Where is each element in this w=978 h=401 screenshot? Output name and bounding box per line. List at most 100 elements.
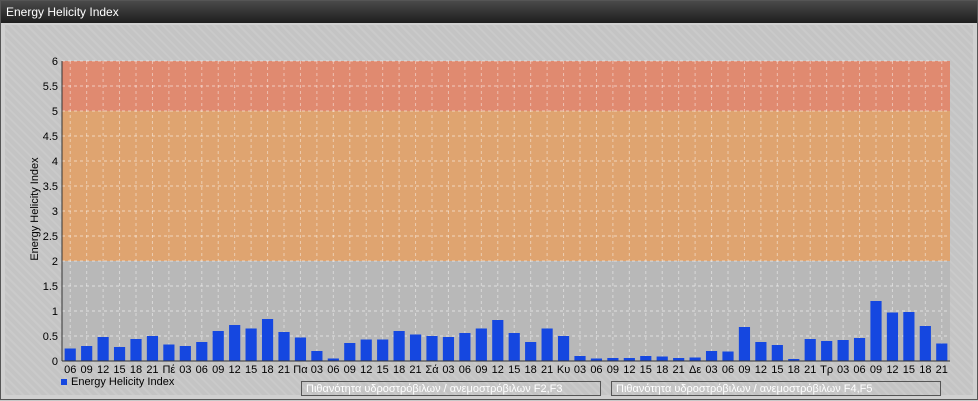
x-tick-label: 21 (804, 364, 816, 376)
chart-svg: 0 0.5 1 1.5 2 2.5 3 3.5 4 4.5 5 5.5 6 06 09 12 15 18 21 Πέ 0… (29, 56, 950, 376)
y-tick-label: 4.5 (43, 131, 58, 143)
x-tick-label: 12 (492, 364, 504, 376)
x-tick-label: Πα (293, 364, 308, 376)
bar (936, 343, 948, 361)
x-tick-label: Τρ (820, 364, 833, 376)
x-tick-label: 06 (196, 364, 208, 376)
x-tick-label: 03 (179, 364, 191, 376)
bar (492, 320, 504, 361)
y-tick-label: 1 (52, 306, 58, 318)
x-tick-label: 09 (81, 364, 93, 376)
x-tick-label: 09 (870, 364, 882, 376)
x-tick-label: 06 (64, 364, 76, 376)
y-tick-label: 4 (52, 156, 58, 168)
x-tick-label: 12 (755, 364, 767, 376)
y-tick-label: 0 (52, 356, 58, 368)
bar (886, 312, 899, 361)
bar (163, 344, 175, 361)
x-tick-label: 21 (409, 364, 421, 376)
y-tick-label: 2.5 (43, 231, 58, 243)
bar (97, 337, 109, 361)
bar (426, 336, 438, 361)
x-tick-label: 06 (327, 364, 339, 376)
bar (393, 331, 405, 361)
legend-band-f4-f5: Πιθανότητα υδροστρόβιλων / ανεμοστρόβιλω… (611, 381, 941, 396)
x-tick-label: 21 (278, 364, 290, 376)
bar (294, 337, 307, 361)
x-tick-label: 15 (903, 364, 915, 376)
bar (525, 342, 537, 361)
bar (261, 319, 274, 361)
x-tick-label: Σά (425, 364, 439, 376)
bar (508, 333, 520, 361)
bar (377, 339, 389, 361)
bar (804, 339, 816, 361)
x-tick-label: 12 (360, 364, 372, 376)
bar (113, 347, 126, 361)
legend-band-f2-f3-label: Πιθανότητα υδροστρόβιλων / ανεμοστρόβιλω… (306, 383, 563, 395)
x-tick-label: 09 (607, 364, 619, 376)
bar (409, 334, 422, 361)
y-tick-label: 3.5 (43, 181, 58, 193)
bar (212, 331, 224, 361)
bar (360, 339, 372, 361)
bar (705, 351, 718, 361)
x-tick-label: 18 (919, 364, 931, 376)
bar (821, 341, 833, 361)
x-tick-label: 03 (311, 364, 323, 376)
x-tick-label: 09 (738, 364, 750, 376)
bar (656, 356, 668, 361)
x-tick-label: 03 (705, 364, 717, 376)
x-tick-label: 15 (377, 364, 389, 376)
x-tick-label: 12 (229, 364, 241, 376)
x-tick-label: 15 (113, 364, 125, 376)
legend-swatch (61, 379, 67, 386)
bar (557, 336, 570, 361)
x-tick-label: 15 (771, 364, 783, 376)
bar (853, 338, 866, 361)
x-tick-label: 12 (886, 364, 898, 376)
x-tick-label: Δε (689, 364, 701, 376)
bar (130, 339, 142, 361)
y-axis-title: Energy Helicity Index (29, 157, 41, 261)
bar (196, 342, 208, 361)
bar (919, 326, 931, 361)
bar (541, 328, 553, 361)
bar (229, 325, 241, 361)
x-tick-label: 06 (853, 364, 865, 376)
x-tick-label: 15 (245, 364, 257, 376)
bar (278, 332, 290, 361)
x-tick-label: Κυ (557, 364, 570, 376)
x-tick-label: 03 (837, 364, 849, 376)
bar (179, 346, 191, 361)
x-tick-label: 18 (130, 364, 142, 376)
bar (640, 356, 652, 361)
x-tick-label: 18 (525, 364, 537, 376)
chart-window: Energy Helicity Index 0 0.5 1 1.5 2 2.5 3 3.5 4 4… (0, 0, 978, 400)
bar (837, 340, 849, 361)
legend-band-f4-f5-label: Πιθανότητα υδροστρόβιλων / ανεμοστρόβιλω… (616, 383, 873, 395)
x-tick-label: 03 (442, 364, 454, 376)
x-tick-label: 21 (936, 364, 948, 376)
bar (722, 351, 734, 361)
x-tick-label: 06 (459, 364, 471, 376)
bar (81, 346, 93, 361)
y-tick-label: 0.5 (43, 331, 58, 343)
bar (459, 333, 471, 361)
x-tick-label: 09 (475, 364, 487, 376)
x-tick-label: 21 (146, 364, 158, 376)
x-tick-label: 18 (656, 364, 668, 376)
x-tick-label: 21 (673, 364, 685, 376)
x-tick-label: 09 (344, 364, 356, 376)
y-tick-label: 5 (52, 106, 58, 118)
legend-band-f2-f3: Πιθανότητα υδροστρόβιλων / ανεμοστρόβιλω… (301, 381, 601, 396)
bar (689, 357, 701, 361)
bar (311, 351, 323, 361)
bar (755, 342, 767, 361)
x-tick-label: 21 (541, 364, 553, 376)
y-tick-label: 1.5 (43, 281, 58, 293)
x-tick-label: 12 (623, 364, 635, 376)
x-tick-label: 18 (393, 364, 405, 376)
y-tick-label: 6 (52, 56, 58, 68)
y-tick-label: 3 (52, 206, 58, 218)
